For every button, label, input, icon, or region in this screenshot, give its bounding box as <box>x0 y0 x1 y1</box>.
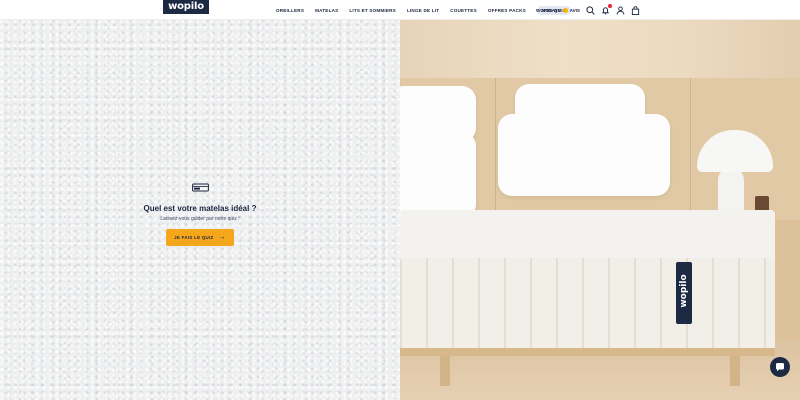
start-quiz-label: JE FAIS LE QUIZ <box>174 235 214 240</box>
quiz-subtitle: Laissez-vous guider par notre quiz ! <box>160 216 240 222</box>
search-icon[interactable] <box>586 5 595 15</box>
nav-couettes[interactable]: COUETTES <box>450 8 477 13</box>
bag-icon[interactable] <box>631 5 640 15</box>
user-icon[interactable] <box>616 5 625 15</box>
site-header: wopilo OREILLERS MATELAS LITS ET SOMMIER… <box>0 0 800 20</box>
chat-icon <box>775 363 784 372</box>
wopilo-logo[interactable]: wopilo <box>163 0 209 14</box>
bell-icon[interactable] <box>601 3 612 15</box>
start-quiz-button[interactable]: JE FAIS LE QUIZ → <box>166 229 234 246</box>
reviews-link[interactable]: AVIS <box>570 8 580 13</box>
notification-badge <box>608 3 612 8</box>
quiz-panel: Quel est votre matelas idéal ? Laissez-v… <box>0 20 400 400</box>
nav-matelas[interactable]: MATELAS <box>315 8 338 13</box>
bed-leg <box>730 356 740 386</box>
coin-icon <box>562 7 568 13</box>
mattress-side <box>400 258 775 350</box>
nav-lits-et-sommiers[interactable]: LITS ET SOMMIERS <box>349 8 396 13</box>
quiz-cta: Quel est votre matelas idéal ? Laissez-v… <box>100 180 300 246</box>
quiz-title: Quel est votre matelas idéal ? <box>143 204 257 213</box>
bed-frame <box>400 348 775 356</box>
nav-offres-packs[interactable]: OFFRES PACKS <box>488 8 526 13</box>
nav-oreillers[interactable]: OREILLERS <box>276 8 304 13</box>
mattress-brand-tag: wopilo <box>676 262 692 324</box>
mattress-icon <box>191 180 209 192</box>
brand-tag-text: wopilo <box>679 274 689 308</box>
main-nav: OREILLERS MATELAS LITS ET SOMMIERS LINGE… <box>276 0 571 20</box>
arrow-right-icon: → <box>218 234 226 241</box>
hero-image: wopilo <box>400 20 800 400</box>
wopidays-link[interactable]: WOPIDAYS <box>536 8 561 13</box>
nav-linge-de-lit[interactable]: LINGE DE LIT <box>407 8 439 13</box>
pillow <box>498 114 670 196</box>
pillow <box>400 132 476 218</box>
header-tools: WOPIDAYS AVIS <box>536 0 640 20</box>
bed-leg <box>440 356 450 386</box>
chat-button[interactable] <box>770 357 790 377</box>
